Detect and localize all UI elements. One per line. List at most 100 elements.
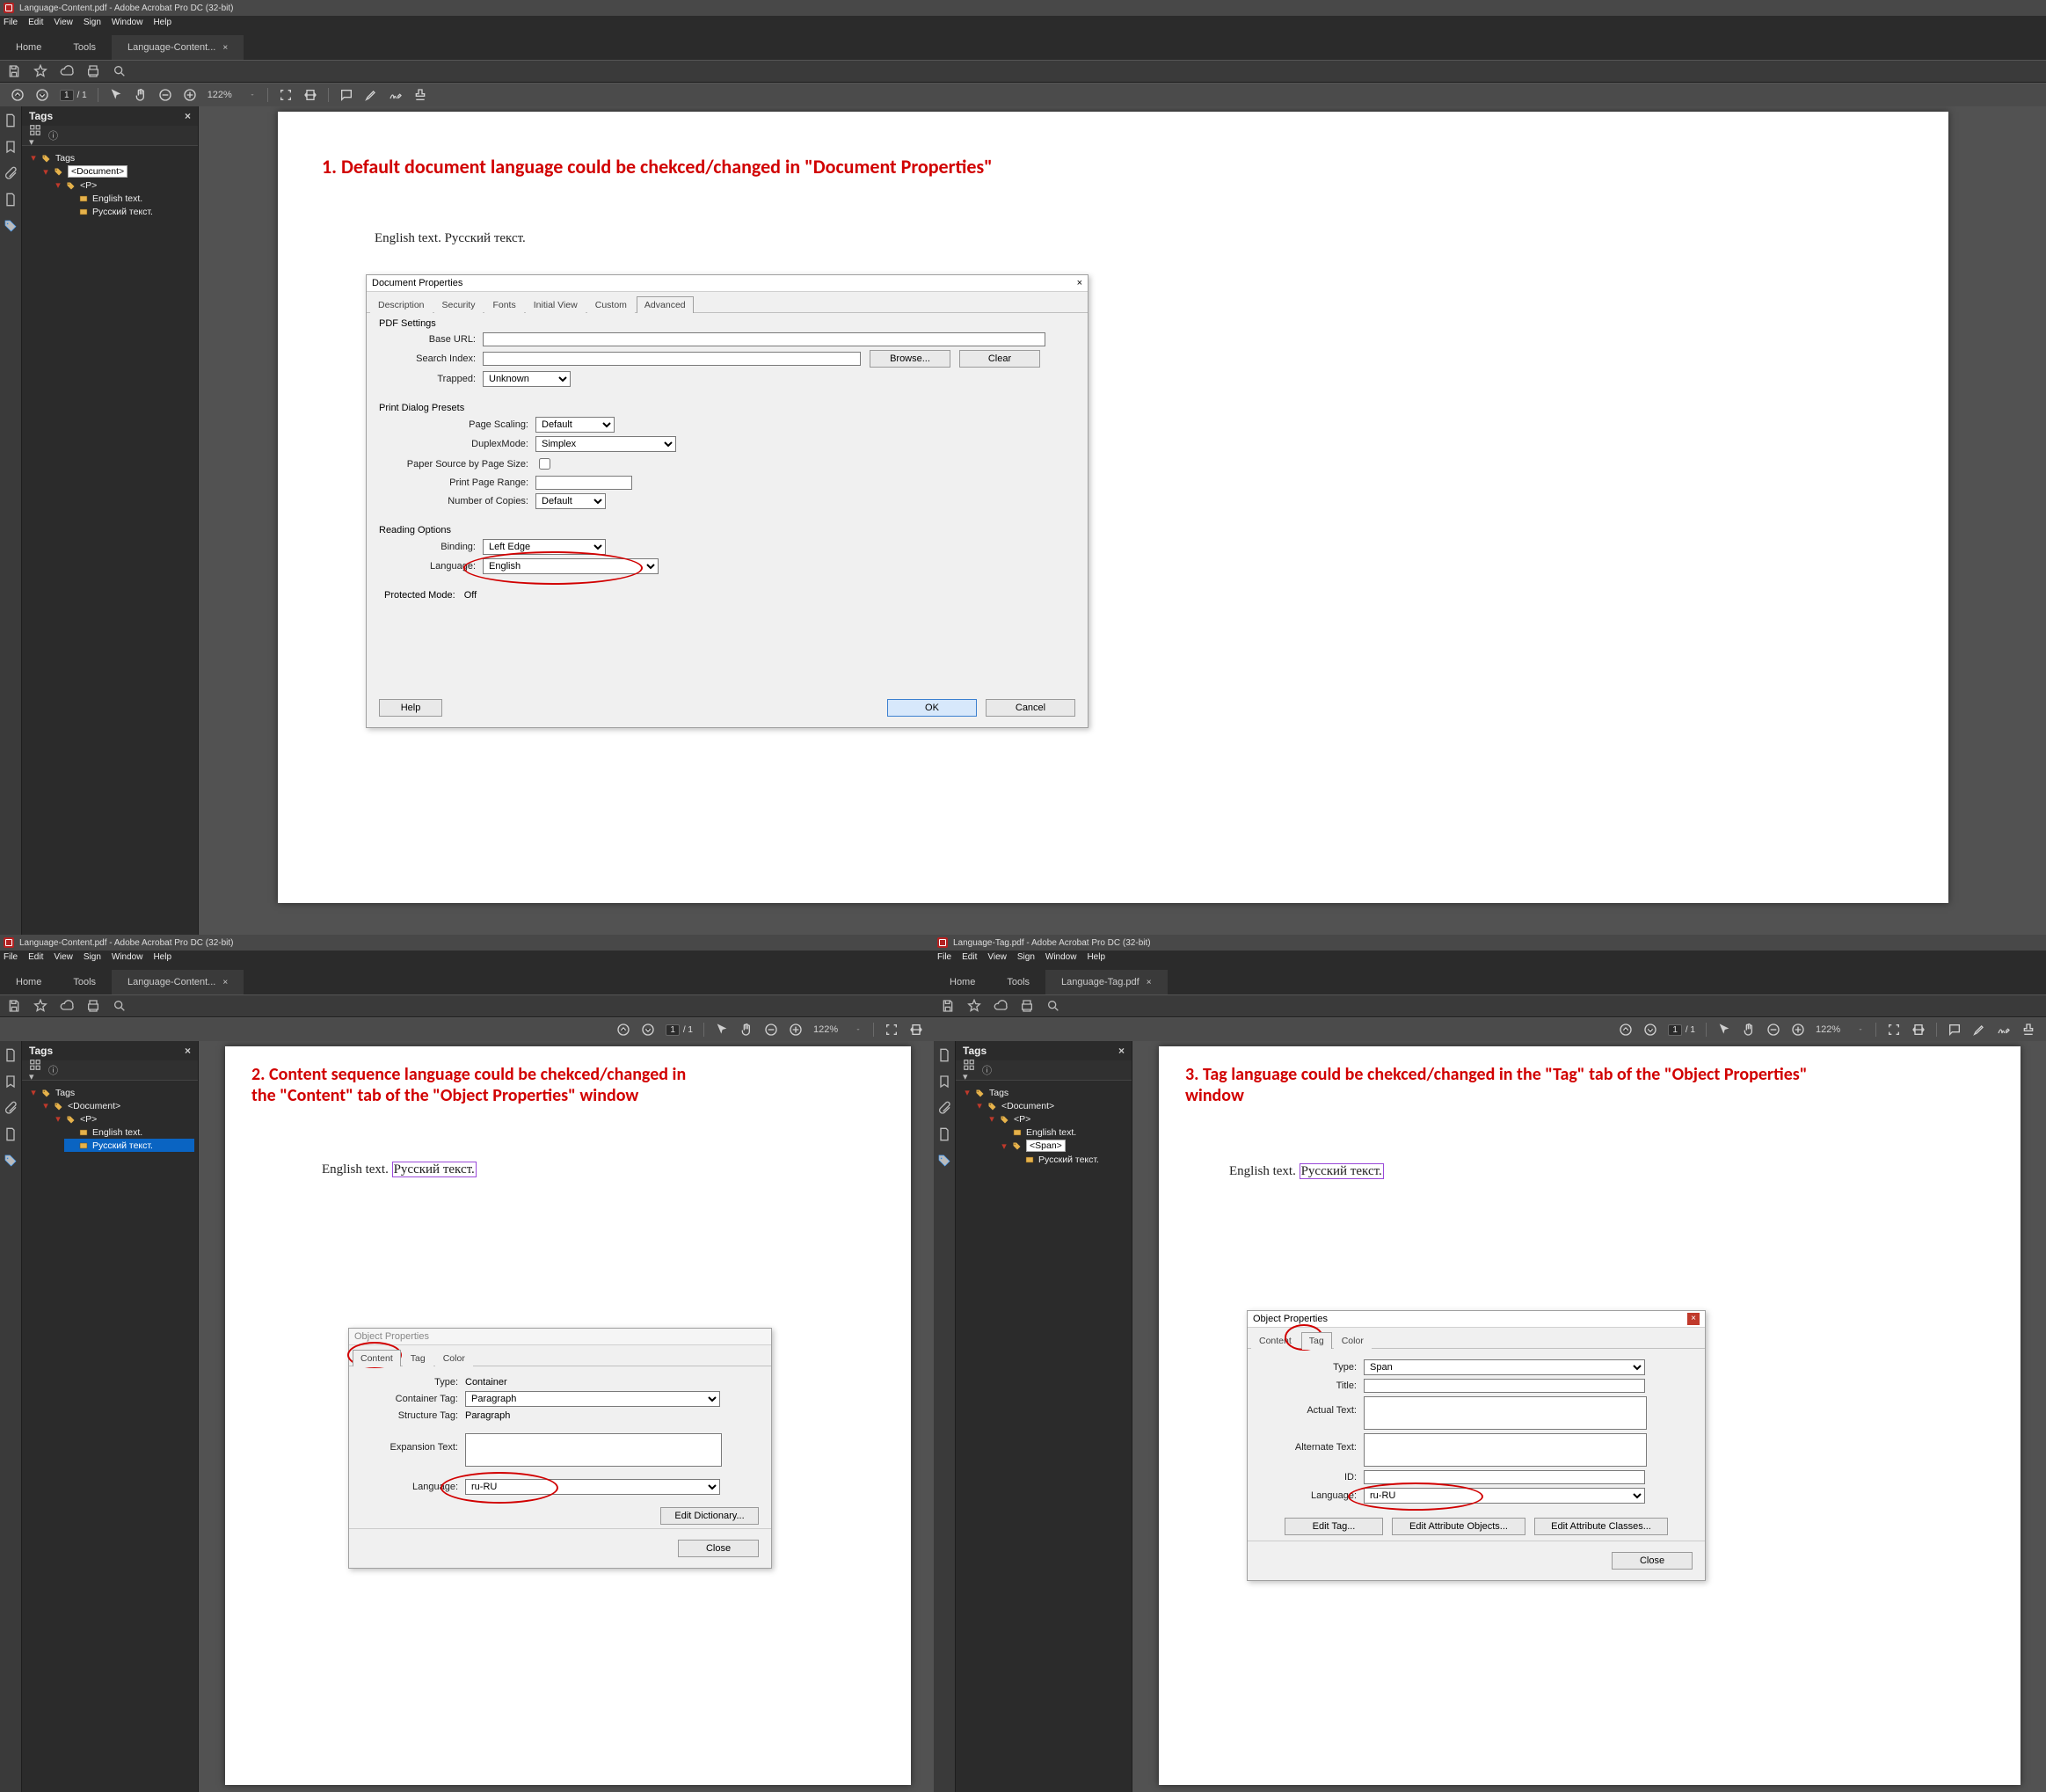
hand-tool-icon[interactable]	[739, 1023, 754, 1037]
save-icon[interactable]	[941, 999, 955, 1013]
tab-description[interactable]: Description	[370, 296, 433, 313]
close-panel-icon[interactable]: ×	[1118, 1045, 1125, 1057]
edit-attr-classes-button[interactable]: Edit Attribute Classes...	[1534, 1518, 1668, 1535]
page-up-icon[interactable]	[616, 1023, 630, 1037]
tab-tag[interactable]: Tag	[403, 1350, 433, 1366]
menu-file[interactable]: File	[4, 952, 18, 968]
print-icon[interactable]	[86, 999, 100, 1013]
tab-tools[interactable]: Tools	[991, 970, 1045, 994]
page-down-icon[interactable]	[35, 88, 49, 102]
tab-initial-view[interactable]: Initial View	[526, 296, 586, 313]
tab-content[interactable]: Content	[353, 1350, 401, 1366]
page-current[interactable]: 1	[1668, 1024, 1682, 1036]
type-select[interactable]: Span	[1364, 1359, 1645, 1375]
page-down-icon[interactable]	[1643, 1023, 1657, 1037]
tab-document[interactable]: Language-Content...×	[112, 35, 244, 60]
zoom-caret-icon[interactable]	[854, 1025, 863, 1034]
paper-source-checkbox[interactable]	[539, 458, 550, 470]
options-icon[interactable]: ▾	[29, 1059, 41, 1082]
close-button[interactable]: Close	[678, 1540, 759, 1557]
stamp-icon[interactable]	[413, 88, 427, 102]
page-scaling-select[interactable]: Default	[535, 417, 615, 433]
tab-home[interactable]: Home	[934, 970, 991, 994]
fit-page-icon[interactable]	[1887, 1023, 1901, 1037]
star-icon[interactable]	[967, 999, 981, 1013]
tab-advanced[interactable]: Advanced	[637, 296, 694, 313]
menu-file[interactable]: File	[937, 952, 951, 968]
trapped-select[interactable]: Unknown	[483, 371, 571, 387]
tags-nav-icon[interactable]	[937, 1154, 951, 1168]
menu-edit[interactable]: Edit	[962, 952, 977, 968]
cloud-icon[interactable]	[60, 64, 74, 78]
search-icon[interactable]	[1046, 999, 1060, 1013]
language-select[interactable]: English	[483, 558, 659, 574]
search-index-input[interactable]	[483, 352, 861, 366]
tab-color[interactable]: Color	[1334, 1332, 1372, 1349]
tab-tools[interactable]: Tools	[57, 35, 112, 60]
pages-icon[interactable]	[4, 193, 18, 207]
close-tab-icon[interactable]: ×	[1147, 978, 1152, 987]
clear-button[interactable]: Clear	[959, 350, 1040, 368]
fit-page-icon[interactable]	[279, 88, 293, 102]
menu-window[interactable]: Window	[1045, 952, 1077, 968]
bookmarks-icon[interactable]	[937, 1074, 951, 1089]
zoom-level[interactable]: 122%	[813, 1024, 843, 1035]
language-select[interactable]: ru-RU	[465, 1479, 720, 1495]
star-icon[interactable]	[33, 999, 47, 1013]
hand-tool-icon[interactable]	[1742, 1023, 1756, 1037]
tags-tree[interactable]: ▾Tags ▾<Document> ▾<P> ▾English text. ▾<…	[956, 1081, 1132, 1171]
tab-home[interactable]: Home	[0, 970, 57, 994]
menu-view[interactable]: View	[987, 952, 1007, 968]
ok-button[interactable]: OK	[887, 699, 977, 717]
browse-button[interactable]: Browse...	[870, 350, 950, 368]
zoom-out-icon[interactable]	[764, 1023, 778, 1037]
print-icon[interactable]	[1020, 999, 1034, 1013]
info-icon[interactable]: ⓘ	[48, 1063, 58, 1077]
tab-home[interactable]: Home	[0, 35, 57, 60]
search-icon[interactable]	[113, 64, 127, 78]
cancel-button[interactable]: Cancel	[986, 699, 1075, 717]
tab-fonts[interactable]: Fonts	[484, 296, 523, 313]
attachments-icon[interactable]	[937, 1101, 951, 1115]
zoom-in-icon[interactable]	[1791, 1023, 1805, 1037]
container-tag-select[interactable]: Paragraph	[465, 1391, 720, 1407]
menu-help[interactable]: Help	[153, 952, 171, 968]
select-tool-icon[interactable]	[1717, 1023, 1731, 1037]
zoom-out-icon[interactable]	[1766, 1023, 1780, 1037]
tab-custom[interactable]: Custom	[587, 296, 635, 313]
bookmarks-icon[interactable]	[4, 1074, 18, 1089]
menu-sign[interactable]: Sign	[84, 952, 101, 968]
page-down-icon[interactable]	[641, 1023, 655, 1037]
close-icon[interactable]: ×	[1687, 1313, 1700, 1325]
edit-attr-objects-button[interactable]: Edit Attribute Objects...	[1392, 1518, 1525, 1535]
comment-icon[interactable]	[339, 88, 353, 102]
attachments-icon[interactable]	[4, 166, 18, 180]
menu-sign[interactable]: Sign	[1017, 952, 1035, 968]
page-up-icon[interactable]	[11, 88, 25, 102]
page-current[interactable]: 1	[666, 1024, 680, 1036]
tags-tree[interactable]: ▾Tags ▾<Document> ▾<P> ▾English text. ▾Р…	[22, 146, 198, 223]
base-url-input[interactable]	[483, 332, 1045, 346]
info-icon[interactable]: ⓘ	[48, 128, 58, 142]
close-button[interactable]: Close	[1612, 1552, 1693, 1570]
menu-sign[interactable]: Sign	[84, 18, 101, 33]
tags-nav-icon[interactable]	[4, 1154, 18, 1168]
tab-security[interactable]: Security	[434, 296, 484, 313]
select-tool-icon[interactable]	[715, 1023, 729, 1037]
zoom-out-icon[interactable]	[158, 88, 172, 102]
language-select[interactable]: ru-RU	[1364, 1488, 1645, 1504]
sign-icon[interactable]	[1997, 1023, 2011, 1037]
menu-window[interactable]: Window	[112, 952, 143, 968]
bookmarks-icon[interactable]	[4, 140, 18, 154]
edit-tag-button[interactable]: Edit Tag...	[1285, 1518, 1383, 1535]
star-icon[interactable]	[33, 64, 47, 78]
tags-nav-icon[interactable]	[4, 219, 18, 233]
menu-edit[interactable]: Edit	[28, 952, 43, 968]
help-button[interactable]: Help	[379, 699, 442, 717]
thumbnails-icon[interactable]	[4, 113, 18, 127]
menu-file[interactable]: File	[4, 18, 18, 33]
duplex-select[interactable]: Simplex	[535, 436, 676, 452]
close-tab-icon[interactable]: ×	[222, 978, 228, 987]
options-icon[interactable]: ▾	[963, 1059, 975, 1082]
close-panel-icon[interactable]: ×	[185, 1045, 191, 1057]
